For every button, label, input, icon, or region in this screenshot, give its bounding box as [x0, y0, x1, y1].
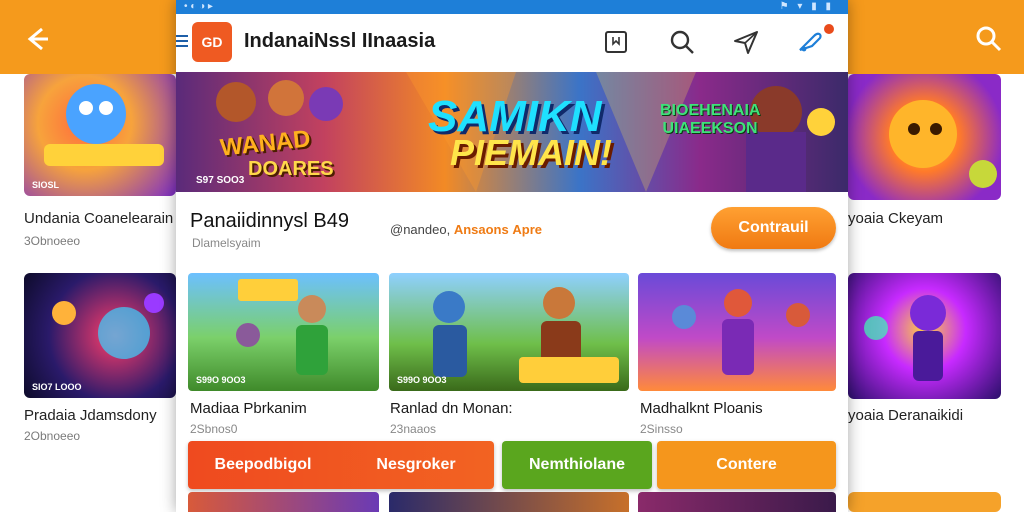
background-card-sub: 3Obnoeeo — [24, 234, 81, 248]
game-card-title: Madhalknt Ploanis — [640, 400, 763, 417]
background-card-title: Undania Coanelearain — [24, 210, 174, 227]
action-button[interactable]: Contere — [657, 441, 836, 489]
game-card-sub: 23naaos — [390, 422, 437, 436]
banner-left-sub: DOARES — [248, 158, 334, 180]
background-card-title: Pradaia Jdamsdony — [24, 407, 157, 424]
notification-badge — [824, 24, 834, 34]
banner-tag: S97 SOO3 — [196, 175, 245, 186]
bookmark-icon[interactable] — [602, 28, 630, 56]
background-card-image[interactable] — [848, 273, 1001, 399]
action-button[interactable]: Beepodbigol — [188, 441, 338, 489]
app-logo: GD — [192, 22, 232, 62]
action-button[interactable]: Nesgroker — [338, 441, 494, 489]
game-card-sub: 2Sbnos0 — [190, 422, 238, 436]
search-icon[interactable] — [668, 28, 696, 56]
card-image-tag: SIO7 LOOO — [32, 382, 82, 392]
next-row-card — [389, 492, 629, 512]
game-card-image[interactable]: S99O 9OO3 — [188, 273, 379, 391]
game-card-title: Madiaa Pbrkanim — [190, 400, 307, 417]
game-meta-prefix: @nandeo, — [390, 222, 451, 237]
card-image-tag: S99O 9OO3 — [397, 375, 447, 385]
background-card-image[interactable] — [848, 74, 1001, 200]
hamburger-menu-icon[interactable] — [176, 34, 188, 48]
send-icon[interactable] — [732, 28, 760, 56]
background-card-image[interactable]: SIO7 LOOO — [24, 273, 176, 398]
background-card-image[interactable]: SIOSL — [24, 74, 176, 196]
hero-banner[interactable]: WANAD DOARES SAMIKN PIEMAIN! BIOEHENAIA … — [176, 72, 848, 192]
next-row-card — [638, 492, 836, 512]
action-button[interactable]: Nemthiolane — [502, 441, 652, 489]
background-card-title: yoaia Ckeyam — [848, 210, 944, 227]
game-card-title: Ranlad dn Monan: — [390, 400, 513, 417]
app-bar: GD IndanaiNssl IInaasia — [176, 14, 848, 84]
status-bar: • ◐ ◑ ▸ ⚑ ▾ ▮ ▮ — [176, 0, 848, 14]
notification-icon[interactable] — [796, 28, 824, 56]
background-search-icon[interactable] — [974, 24, 1004, 54]
game-title: Panaiidinnysl B49 — [190, 210, 349, 232]
background-card-peek — [848, 492, 1001, 512]
back-arrow-icon[interactable] — [22, 24, 52, 54]
game-meta-highlight[interactable]: Ansaons — [454, 222, 509, 237]
background-card-title: yoaia Deranaikidi — [848, 407, 964, 424]
app-window: • ◐ ◑ ▸ ⚑ ▾ ▮ ▮ GD IndanaiNssl IInaasia — [176, 0, 848, 512]
game-card-sub: 2Sinsso — [640, 422, 683, 436]
card-image-tag: SIOSL — [32, 180, 60, 190]
game-developer: Dlamelsyaim — [192, 236, 261, 250]
banner-right-text: BIOEHENAIA UIAEEKSON — [660, 102, 761, 137]
status-right-icons: ⚑ ▾ ▮ ▮ — [779, 1, 834, 12]
status-left-icons: • ◐ ◑ ▸ — [184, 1, 213, 12]
game-meta-suffix[interactable]: Apre — [512, 222, 542, 237]
next-row-card — [188, 492, 379, 512]
banner-headline-2: PIEMAIN! — [450, 132, 612, 173]
card-image-tag: S99O 9OO3 — [196, 375, 246, 385]
game-card-image[interactable] — [638, 273, 836, 391]
game-meta: @nandeo, Ansaons Apre — [390, 222, 542, 237]
action-button-group-left: Beepodbigol Nesgroker — [188, 441, 494, 489]
continue-button[interactable]: Contrauil — [711, 207, 836, 249]
app-title: IndanaiNssl IInaasia — [244, 30, 436, 52]
game-card-image[interactable]: S99O 9OO3 — [389, 273, 629, 391]
background-card-sub: 2Obnoeeo — [24, 429, 81, 443]
